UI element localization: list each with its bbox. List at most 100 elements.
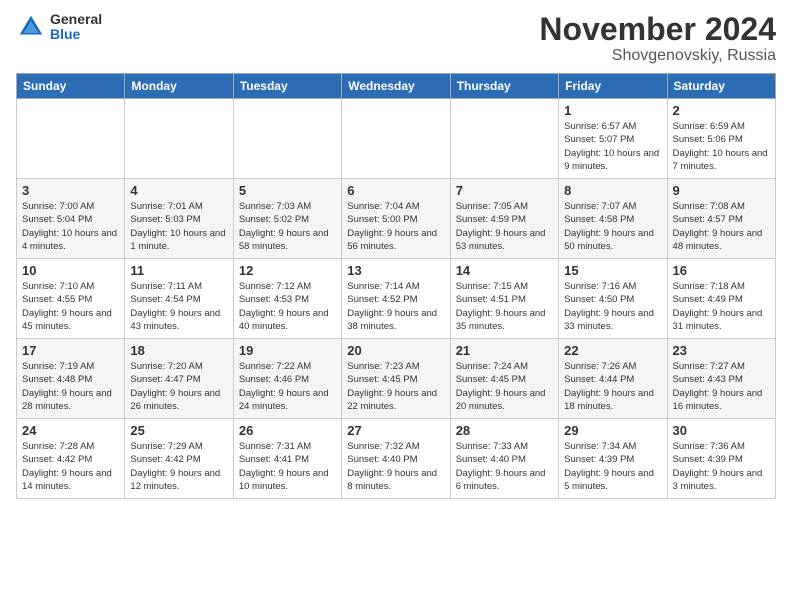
day-number: 5 bbox=[239, 183, 336, 198]
calendar-cell: 8 Sunrise: 7:07 AM Sunset: 4:58 PM Daylig… bbox=[559, 179, 667, 259]
day-number: 13 bbox=[347, 263, 444, 278]
day-info: Sunrise: 6:59 AM Sunset: 5:06 PM Dayligh… bbox=[673, 120, 770, 173]
day-info: Sunrise: 7:34 AM Sunset: 4:39 PM Dayligh… bbox=[564, 440, 661, 493]
day-info: Sunrise: 7:15 AM Sunset: 4:51 PM Dayligh… bbox=[456, 280, 553, 333]
day-number: 26 bbox=[239, 423, 336, 438]
page: General Blue November 2024 Shovgenovskiy… bbox=[0, 0, 792, 612]
calendar-cell: 7Sunrise: 7:05 AM Sunset: 4:59 PM Daylig… bbox=[450, 179, 558, 259]
calendar-cell: 12Sunrise: 7:12 AM Sunset: 4:53 PM Dayli… bbox=[233, 259, 341, 339]
day-number: 15 bbox=[564, 263, 661, 278]
day-info: Sunrise: 7:00 AM Sunset: 5:04 PM Dayligh… bbox=[22, 200, 119, 253]
day-number: 8 bbox=[564, 183, 661, 198]
day-info: Sunrise: 7:08 AM Sunset: 4:57 PM Dayligh… bbox=[673, 200, 770, 253]
day-number: 28 bbox=[456, 423, 553, 438]
logo: General Blue bbox=[16, 12, 102, 43]
calendar-week-5: 24 Sunrise: 7:28 AM Sunset: 4:42 PM Dayli… bbox=[17, 419, 776, 499]
day-info: Sunrise: 7:26 AM Sunset: 4:44 PM Dayligh… bbox=[564, 360, 661, 413]
day-number: 24 bbox=[22, 423, 119, 438]
day-number: 6 bbox=[347, 183, 444, 198]
calendar-cell: 3Sunrise: 7:00 AM Sunset: 5:04 PM Daylig… bbox=[17, 179, 125, 259]
calendar-cell: 28 Sunrise: 7:33 AM Sunset: 4:40 PM Dayli… bbox=[450, 419, 558, 499]
day-info: Sunrise: 6:57 AM Sunset: 5:07 PM Dayligh… bbox=[564, 120, 661, 173]
day-number: 16 bbox=[673, 263, 770, 278]
calendar-cell: 5 Sunrise: 7:03 AM Sunset: 5:02 PM Daylig… bbox=[233, 179, 341, 259]
day-info: Sunrise: 7:27 AM Sunset: 4:43 PM Dayligh… bbox=[673, 360, 770, 413]
calendar-cell: 30 Sunrise: 7:36 AM Sunset: 4:39 PM Dayli… bbox=[667, 419, 775, 499]
calendar-cell bbox=[450, 99, 558, 179]
day-info: Sunrise: 7:14 AM Sunset: 4:52 PM Dayligh… bbox=[347, 280, 444, 333]
calendar-cell: 19Sunrise: 7:22 AM Sunset: 4:46 PM Dayli… bbox=[233, 339, 341, 419]
calendar-week-1: 1 Sunrise: 6:57 AM Sunset: 5:07 PM Daylig… bbox=[17, 99, 776, 179]
calendar-cell: 20Sunrise: 7:23 AM Sunset: 4:45 PM Dayli… bbox=[342, 339, 450, 419]
day-info: Sunrise: 7:28 AM Sunset: 4:42 PM Dayligh… bbox=[22, 440, 119, 493]
day-info: Sunrise: 7:20 AM Sunset: 4:47 PM Dayligh… bbox=[130, 360, 227, 413]
day-number: 10 bbox=[22, 263, 119, 278]
calendar-cell: 21 Sunrise: 7:24 AM Sunset: 4:45 PM Dayli… bbox=[450, 339, 558, 419]
header-saturday: Saturday bbox=[667, 74, 775, 99]
day-number: 27 bbox=[347, 423, 444, 438]
calendar-cell: 9 Sunrise: 7:08 AM Sunset: 4:57 PM Daylig… bbox=[667, 179, 775, 259]
day-info: Sunrise: 7:24 AM Sunset: 4:45 PM Dayligh… bbox=[456, 360, 553, 413]
calendar-cell: 25 Sunrise: 7:29 AM Sunset: 4:42 PM Dayli… bbox=[125, 419, 233, 499]
calendar-cell: 14Sunrise: 7:15 AM Sunset: 4:51 PM Dayli… bbox=[450, 259, 558, 339]
day-number: 17 bbox=[22, 343, 119, 358]
day-info: Sunrise: 7:16 AM Sunset: 4:50 PM Dayligh… bbox=[564, 280, 661, 333]
day-number: 18 bbox=[130, 343, 227, 358]
calendar-week-2: 3Sunrise: 7:00 AM Sunset: 5:04 PM Daylig… bbox=[17, 179, 776, 259]
day-info: Sunrise: 7:19 AM Sunset: 4:48 PM Dayligh… bbox=[22, 360, 119, 413]
calendar-cell: 22 Sunrise: 7:26 AM Sunset: 4:44 PM Dayli… bbox=[559, 339, 667, 419]
calendar-cell: 26 Sunrise: 7:31 AM Sunset: 4:41 PM Dayli… bbox=[233, 419, 341, 499]
day-number: 7 bbox=[456, 183, 553, 198]
day-info: Sunrise: 7:31 AM Sunset: 4:41 PM Dayligh… bbox=[239, 440, 336, 493]
title-section: November 2024 Shovgenovskiy, Russia bbox=[539, 12, 776, 65]
day-number: 1 bbox=[564, 103, 661, 118]
day-number: 12 bbox=[239, 263, 336, 278]
header-friday: Friday bbox=[559, 74, 667, 99]
day-number: 9 bbox=[673, 183, 770, 198]
calendar-cell: 15 Sunrise: 7:16 AM Sunset: 4:50 PM Dayli… bbox=[559, 259, 667, 339]
day-number: 30 bbox=[673, 423, 770, 438]
subtitle: Shovgenovskiy, Russia bbox=[539, 47, 776, 65]
day-number: 21 bbox=[456, 343, 553, 358]
day-info: Sunrise: 7:29 AM Sunset: 4:42 PM Dayligh… bbox=[130, 440, 227, 493]
calendar-cell: 17 Sunrise: 7:19 AM Sunset: 4:48 PM Dayli… bbox=[17, 339, 125, 419]
logo-general: General bbox=[50, 12, 102, 27]
day-number: 4 bbox=[130, 183, 227, 198]
calendar-cell: 10 Sunrise: 7:10 AM Sunset: 4:55 PM Dayli… bbox=[17, 259, 125, 339]
calendar-cell: 13 Sunrise: 7:14 AM Sunset: 4:52 PM Dayli… bbox=[342, 259, 450, 339]
header-monday: Monday bbox=[125, 74, 233, 99]
calendar-cell: 16 Sunrise: 7:18 AM Sunset: 4:49 PM Dayli… bbox=[667, 259, 775, 339]
header-tuesday: Tuesday bbox=[233, 74, 341, 99]
month-title: November 2024 bbox=[539, 12, 776, 47]
calendar-cell: 1 Sunrise: 6:57 AM Sunset: 5:07 PM Daylig… bbox=[559, 99, 667, 179]
day-info: Sunrise: 7:18 AM Sunset: 4:49 PM Dayligh… bbox=[673, 280, 770, 333]
header-wednesday: Wednesday bbox=[342, 74, 450, 99]
day-number: 25 bbox=[130, 423, 227, 438]
day-info: Sunrise: 7:33 AM Sunset: 4:40 PM Dayligh… bbox=[456, 440, 553, 493]
calendar-cell bbox=[342, 99, 450, 179]
calendar-cell: 4Sunrise: 7:01 AM Sunset: 5:03 PM Daylig… bbox=[125, 179, 233, 259]
day-info: Sunrise: 7:07 AM Sunset: 4:58 PM Dayligh… bbox=[564, 200, 661, 253]
calendar-cell bbox=[17, 99, 125, 179]
calendar-cell: 29 Sunrise: 7:34 AM Sunset: 4:39 PM Dayli… bbox=[559, 419, 667, 499]
calendar-cell bbox=[125, 99, 233, 179]
day-number: 2 bbox=[673, 103, 770, 118]
calendar-cell: 23 Sunrise: 7:27 AM Sunset: 4:43 PM Dayli… bbox=[667, 339, 775, 419]
calendar-cell: 6 Sunrise: 7:04 AM Sunset: 5:00 PM Daylig… bbox=[342, 179, 450, 259]
header-thursday: Thursday bbox=[450, 74, 558, 99]
calendar-week-3: 10 Sunrise: 7:10 AM Sunset: 4:55 PM Dayli… bbox=[17, 259, 776, 339]
day-info: Sunrise: 7:04 AM Sunset: 5:00 PM Dayligh… bbox=[347, 200, 444, 253]
day-number: 20 bbox=[347, 343, 444, 358]
header-sunday: Sunday bbox=[17, 74, 125, 99]
day-number: 29 bbox=[564, 423, 661, 438]
day-number: 23 bbox=[673, 343, 770, 358]
logo-text: General Blue bbox=[50, 12, 102, 43]
day-info: Sunrise: 7:22 AM Sunset: 4:46 PM Dayligh… bbox=[239, 360, 336, 413]
day-info: Sunrise: 7:36 AM Sunset: 4:39 PM Dayligh… bbox=[673, 440, 770, 493]
calendar-cell: 18 Sunrise: 7:20 AM Sunset: 4:47 PM Dayli… bbox=[125, 339, 233, 419]
day-number: 22 bbox=[564, 343, 661, 358]
logo-blue: Blue bbox=[50, 27, 102, 42]
day-info: Sunrise: 7:03 AM Sunset: 5:02 PM Dayligh… bbox=[239, 200, 336, 253]
day-info: Sunrise: 7:32 AM Sunset: 4:40 PM Dayligh… bbox=[347, 440, 444, 493]
day-info: Sunrise: 7:10 AM Sunset: 4:55 PM Dayligh… bbox=[22, 280, 119, 333]
